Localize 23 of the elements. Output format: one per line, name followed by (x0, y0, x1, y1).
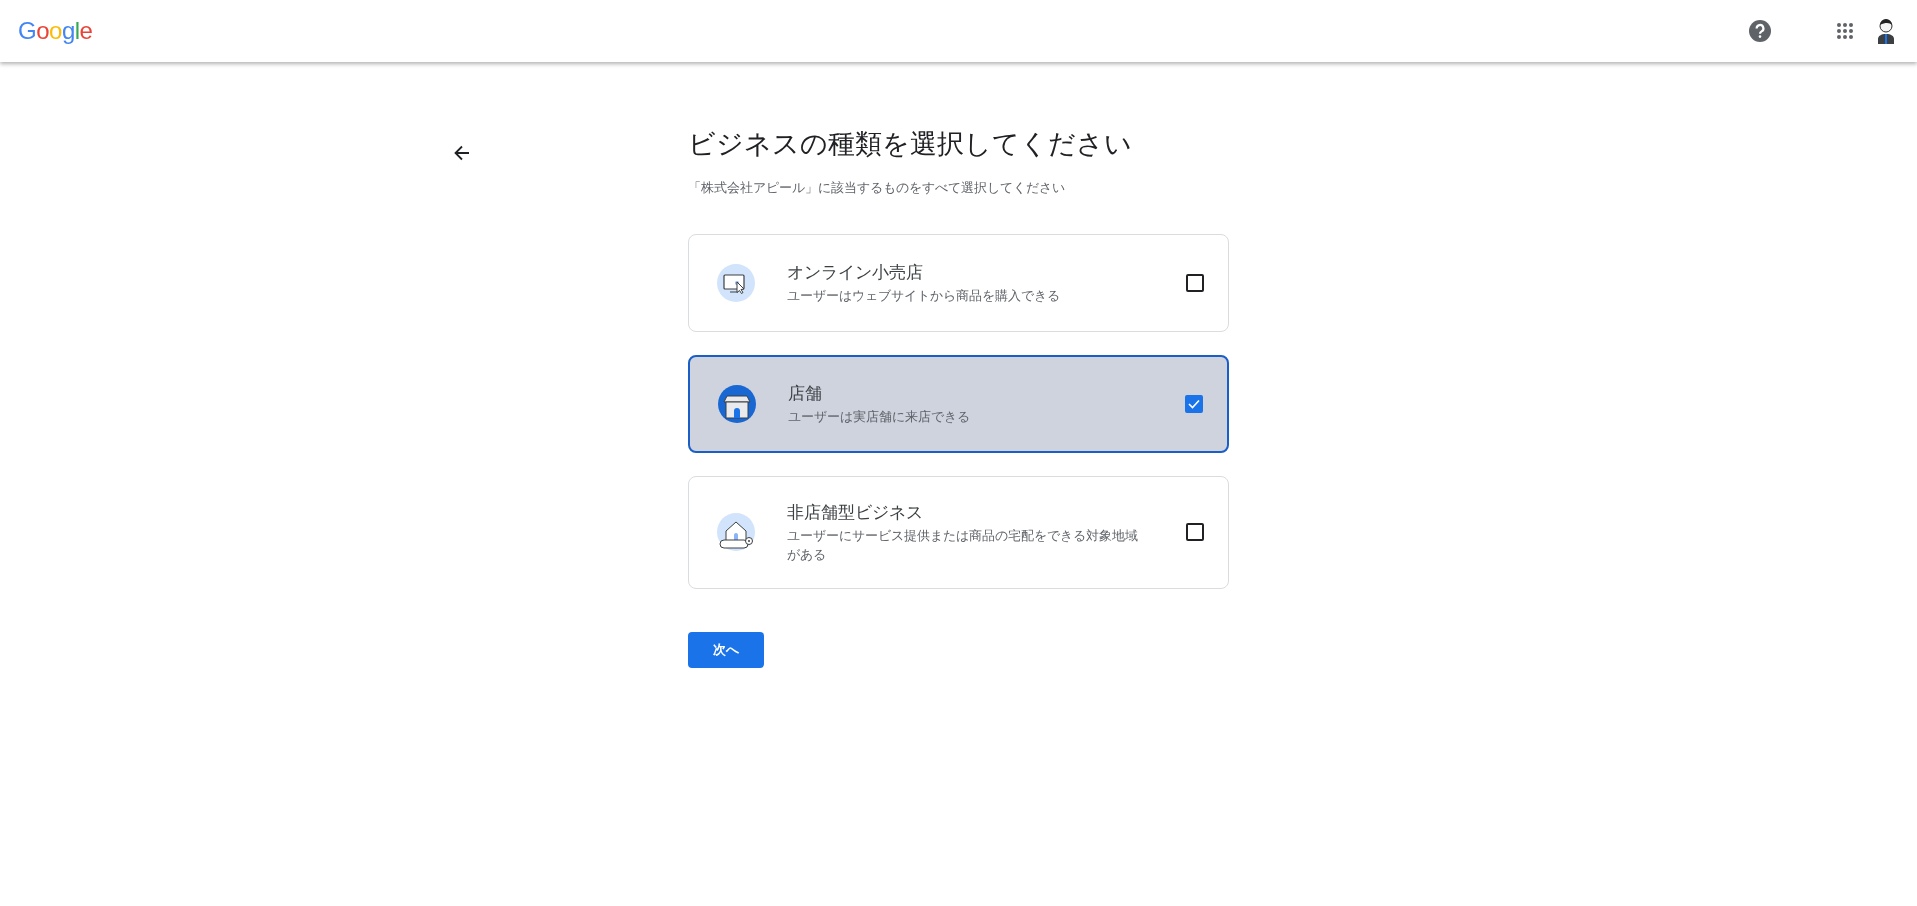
page-title: ビジネスの種類を選択してください (688, 127, 1133, 161)
avatar-icon[interactable] (1877, 18, 1895, 44)
page-subtitle: 「株式会社アピール」に該当するものをすべて選択してください (688, 179, 1066, 198)
house-pin-icon (717, 513, 755, 552)
option-card[interactable]: 店舗 ユーザーは実店舗に来店できる (688, 354, 1229, 453)
option-description: ユーザーはウェブサイトから商品を購入できる (787, 286, 1061, 305)
option-title: 非店舗型ビジネス (787, 501, 924, 525)
option-title: オンライン小売店 (787, 261, 924, 285)
help-icon[interactable] (1749, 20, 1771, 42)
checkbox[interactable] (1185, 394, 1203, 413)
storefront-icon (718, 384, 756, 423)
google-logo: Google (18, 16, 93, 46)
option-description: ユーザーは実店舗に来店できる (788, 407, 971, 426)
option-card[interactable]: オンライン小売店 ユーザーはウェブサイトから商品を購入できる (688, 233, 1229, 332)
option-description: ユーザーにサービス提供または商品の宅配をできる対象地域がある (787, 526, 1139, 565)
monitor-cursor-icon (717, 263, 755, 302)
option-card[interactable]: 非店舗型ビジネス ユーザーにサービス提供または商品の宅配をできる対象地域がある (688, 475, 1229, 589)
checkbox[interactable] (1186, 273, 1204, 292)
option-title: 店舗 (788, 382, 823, 406)
next-button[interactable]: 次へ (688, 631, 764, 668)
check-icon (1188, 398, 1200, 409)
apps-grid-icon[interactable] (1837, 23, 1853, 39)
checkbox[interactable] (1186, 523, 1204, 542)
